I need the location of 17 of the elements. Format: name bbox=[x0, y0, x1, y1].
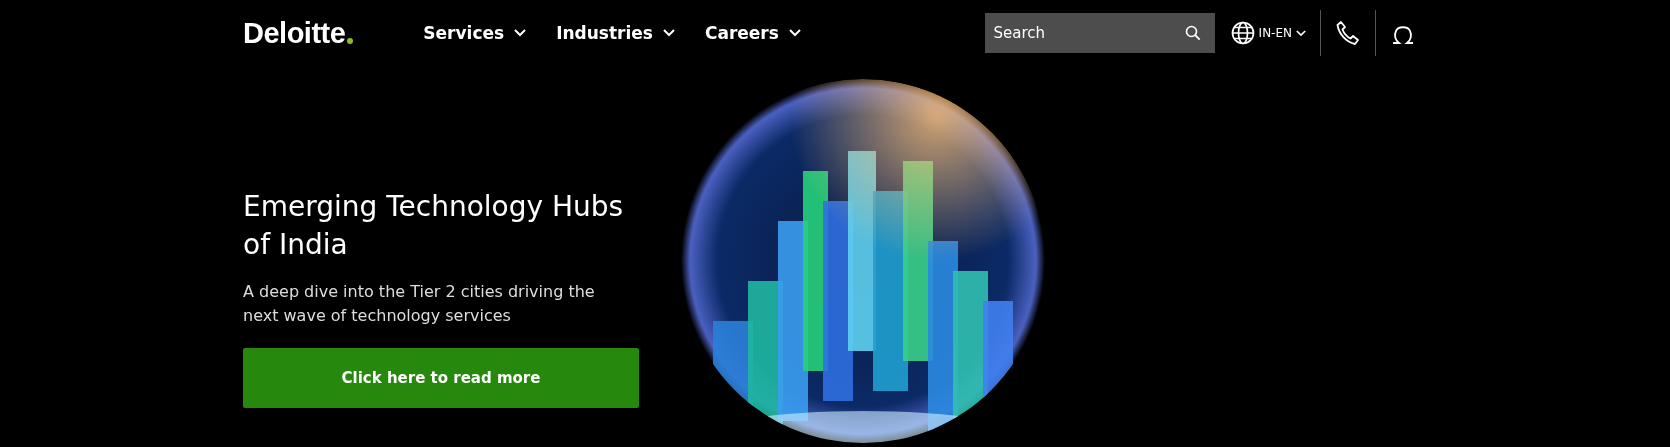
deloitte-logo[interactable]: Deloitte bbox=[243, 16, 354, 50]
phone-icon[interactable] bbox=[1336, 20, 1360, 46]
nav-menu-item[interactable]: Industries bbox=[556, 23, 675, 43]
nav-menu-item[interactable]: Careers bbox=[704, 23, 801, 43]
chevron-down-icon bbox=[514, 29, 527, 37]
language-selector[interactable]: IN-EN bbox=[1230, 21, 1306, 45]
hero-subtitle: A deep dive into the Tier 2 cities driving the next wave of technology services bbox=[243, 281, 596, 327]
chevron-down-icon bbox=[788, 29, 801, 37]
hero-title: Emerging Technology Hubs of India bbox=[243, 189, 625, 263]
search-icon bbox=[1184, 25, 1201, 41]
read-more-button[interactable]: Click here to read more bbox=[243, 348, 639, 408]
nav-menu-item[interactable]: Services bbox=[423, 23, 527, 43]
search-field[interactable]: Search bbox=[984, 13, 1215, 53]
chevron-down-icon bbox=[1296, 29, 1306, 37]
logo-dot-icon bbox=[347, 37, 354, 44]
chevron-down-icon bbox=[662, 29, 675, 37]
globe-icon bbox=[1230, 21, 1255, 45]
